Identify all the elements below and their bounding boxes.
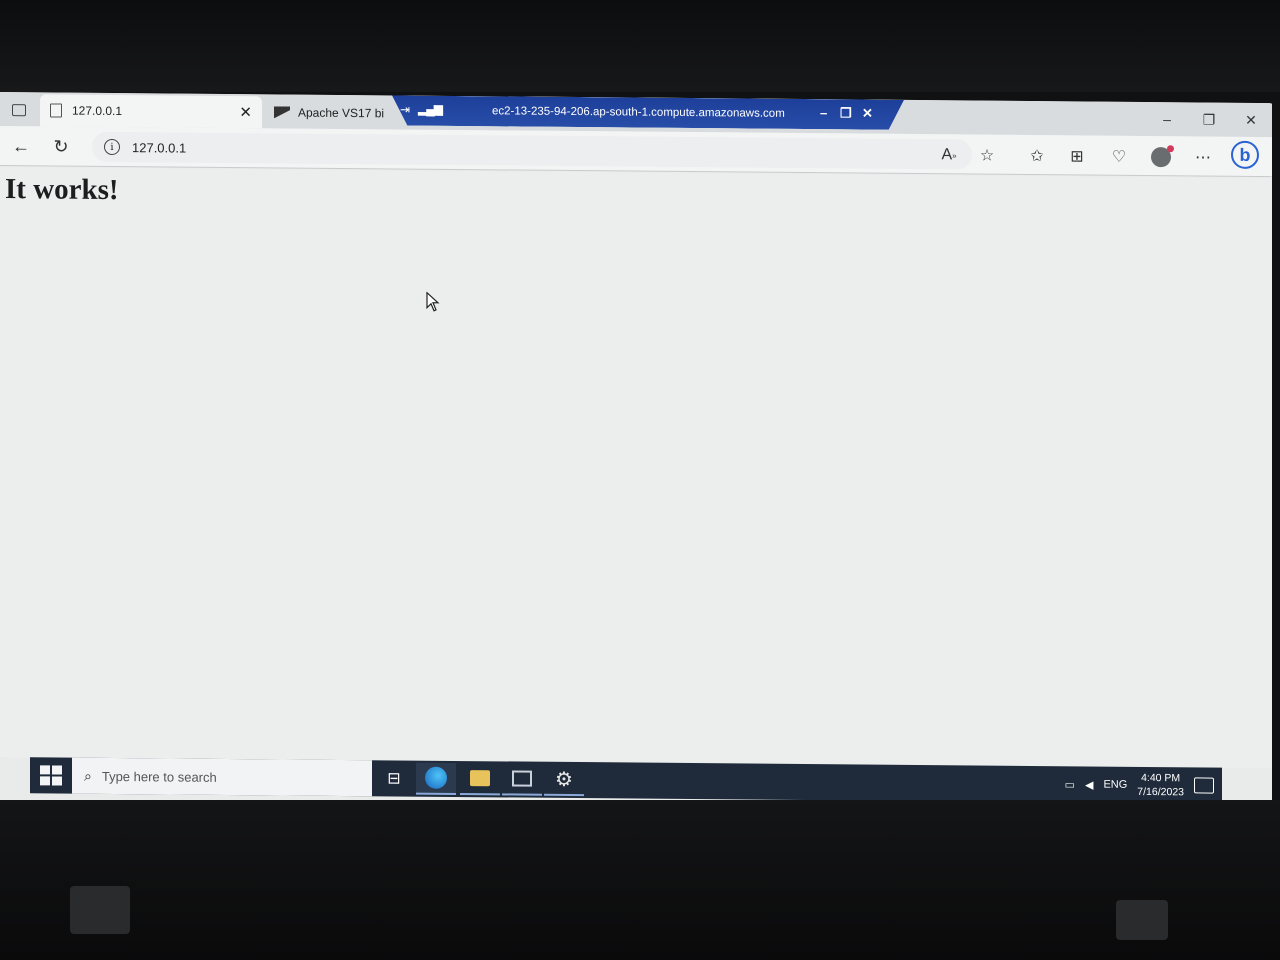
window-controls: – ❐ ✕ [1146, 102, 1272, 137]
clock-date: 7/16/2023 [1137, 785, 1184, 799]
search-placeholder: Type here to search [101, 768, 217, 785]
remote-desktop-connection-bar: ⇥ ▂▄▆ ec2-13-235-94-206.ap-south-1.compu… [392, 95, 904, 129]
page-content: It works! [0, 167, 1272, 769]
file-explorer-taskbar-button[interactable] [460, 763, 500, 796]
tab-title: 127.0.0.1 [72, 103, 123, 119]
edge-taskbar-button[interactable] [416, 762, 456, 795]
close-window-icon[interactable]: ✕ [1230, 103, 1272, 137]
search-icon: ⌕ [84, 767, 92, 784]
minimize-icon[interactable]: – [1146, 102, 1188, 136]
favorites-list-icon[interactable]: ✩ [1022, 143, 1052, 169]
page-heading: It works! [5, 173, 119, 207]
clock-time: 4:40 PM [1141, 771, 1181, 785]
folder-icon [470, 770, 490, 787]
rdp-host: ec2-13-235-94-206.ap-south-1.compute.ama… [492, 105, 785, 120]
bing-chat-button[interactable]: b [1228, 140, 1262, 169]
screen: 127.0.0.1 ✕ Apache VS17 bin – ❐ ✕ ⇥ ▂▄▆ … [0, 92, 1272, 812]
address-bar[interactable]: i 127.0.0.1 [92, 131, 972, 170]
page-icon [50, 103, 62, 118]
browser-essentials-icon[interactable]: ♡ [1104, 144, 1134, 170]
address-text: 127.0.0.1 [132, 139, 187, 156]
volume-icon[interactable]: ◀ [1085, 778, 1093, 791]
rdp-minimize-icon[interactable]: – [820, 105, 827, 120]
bing-icon: b [1231, 140, 1259, 169]
refresh-button[interactable]: ↻ [48, 134, 74, 158]
edge-icon [425, 766, 447, 789]
windows-start-icon[interactable] [40, 765, 62, 786]
rdp-close-icon[interactable]: ✕ [862, 106, 873, 122]
network-icon[interactable]: ▭ [1065, 778, 1075, 791]
task-view-icon[interactable]: ⊟ [374, 762, 414, 794]
rdp-restore-icon[interactable]: ❐ [840, 105, 852, 121]
more-options-icon[interactable]: ⋯ [1188, 144, 1218, 170]
laptop-bezel-top [0, 0, 1280, 92]
avatar [1151, 147, 1171, 168]
gear-icon: ⚙ [555, 768, 573, 791]
notification-icon[interactable] [1194, 777, 1214, 794]
laptop-bezel-bottom [0, 800, 1280, 960]
tab-localhost[interactable]: 127.0.0.1 ✕ [40, 94, 262, 129]
close-tab-icon[interactable]: ✕ [239, 103, 252, 121]
laptop-hinge-left [70, 886, 130, 934]
window-icon [512, 770, 532, 787]
clock[interactable]: 4:40 PM 7/16/2023 [1137, 771, 1184, 799]
signal-strength-icon: ▂▄▆ [418, 101, 442, 116]
back-button[interactable]: ← [8, 134, 34, 158]
tab-actions-button[interactable] [6, 100, 32, 120]
tab-actions-icon [12, 104, 26, 117]
settings-taskbar-button[interactable]: ⚙ [544, 763, 584, 797]
system-tray: ▭ ◀ ENG 4:40 PM 7/16/2023 [1065, 766, 1214, 803]
taskbar-search-box[interactable]: ⌕ Type here to search [72, 757, 372, 797]
laptop-hinge-right [1116, 900, 1168, 940]
favorite-star-icon[interactable]: ☆ [972, 142, 1002, 168]
tab-title: Apache VS17 bin [298, 105, 384, 121]
terminal-taskbar-button[interactable] [502, 763, 542, 796]
site-info-icon[interactable]: i [104, 138, 120, 156]
read-aloud-icon[interactable]: A» [934, 142, 964, 168]
apache-favicon-icon [274, 106, 290, 118]
restore-icon[interactable]: ❐ [1188, 102, 1230, 136]
profile-button[interactable] [1146, 144, 1176, 170]
collections-icon[interactable]: ⊞ [1062, 143, 1092, 169]
tab-apache[interactable]: Apache VS17 bin [264, 96, 394, 129]
language-indicator[interactable]: ENG [1103, 779, 1127, 791]
